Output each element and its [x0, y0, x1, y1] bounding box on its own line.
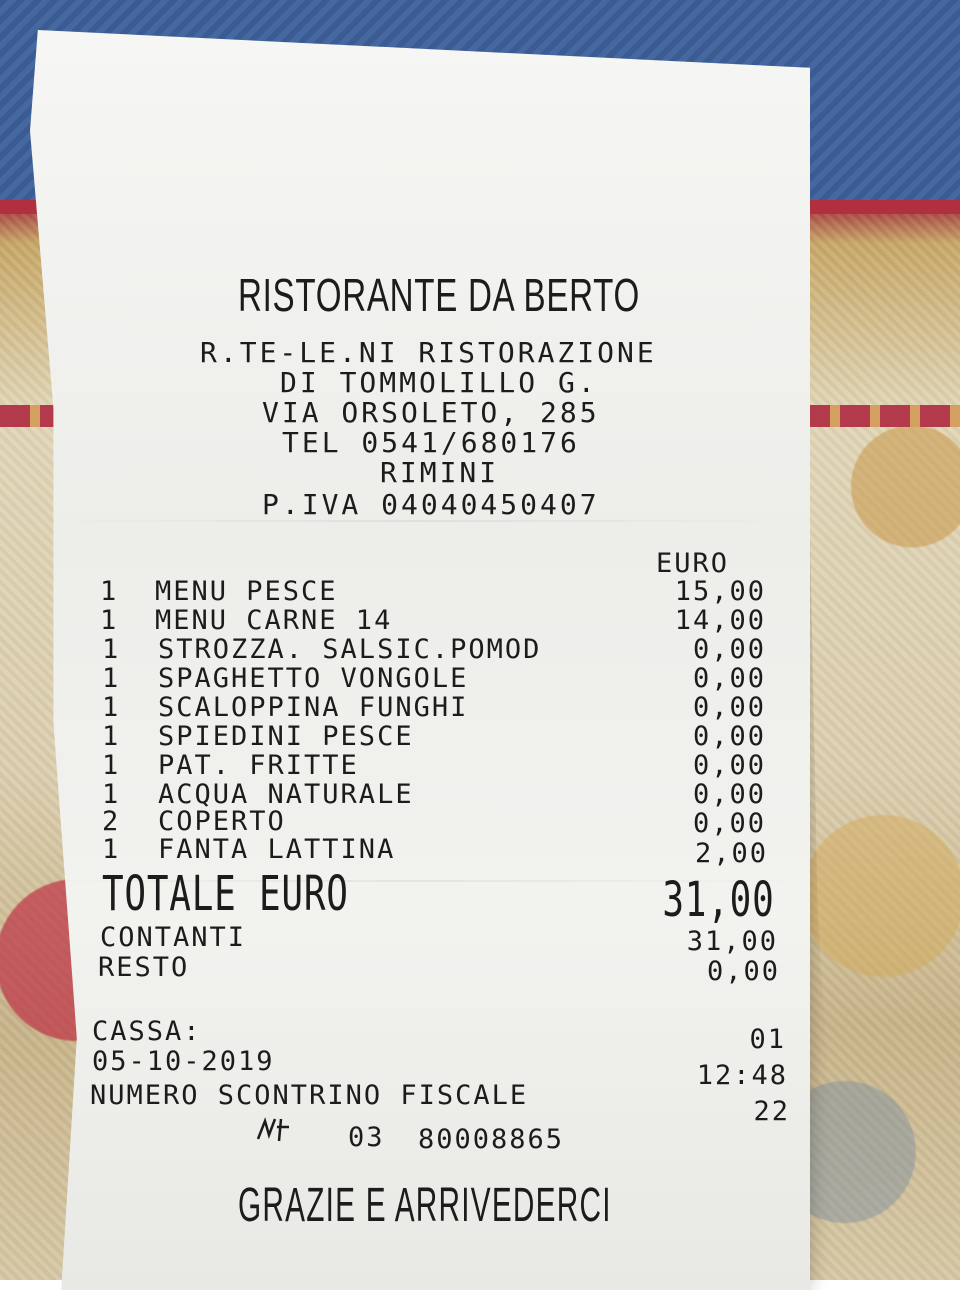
item-qty: 1 — [102, 692, 121, 723]
item-price: 0,00 — [692, 750, 766, 781]
item-price: 14,00 — [674, 605, 766, 636]
header-line: RIMINI — [380, 456, 500, 489]
change-label: RESTO — [98, 952, 190, 983]
register-label: CASSA: — [92, 1016, 202, 1047]
serial-number: 80008865 — [418, 1124, 565, 1155]
item-name: STROZZA. SALSIC.POMOD — [158, 634, 542, 665]
currency-label: EURO — [656, 548, 730, 579]
cash-label: CONTANTI — [100, 922, 247, 953]
item-name: FANTA LATTINA — [158, 834, 396, 865]
total-value: 31,00 — [661, 872, 774, 928]
item-name: SCALOPPINA FUNGHI — [158, 692, 469, 723]
item-name: MENU CARNE 14 — [155, 605, 393, 636]
header-line: VIA ORSOLETO, 285 — [262, 396, 600, 429]
item-qty: 1 — [102, 663, 121, 694]
item-qty: 1 — [100, 576, 119, 607]
total-label: TOTALE EURO — [102, 866, 349, 922]
item-name: MENU PESCE — [155, 576, 338, 607]
register-value: 01 — [749, 1024, 786, 1055]
item-price: 0,00 — [692, 634, 766, 665]
item-name: COPERTO — [158, 806, 286, 837]
item-price: 0,00 — [692, 692, 766, 723]
header-line: R.TE-LE.NI RISTORAZIONE — [200, 336, 657, 369]
item-price: 0,00 — [692, 721, 766, 752]
change-value: 0,00 — [706, 956, 780, 987]
receipt-date: 05-10-2019 — [92, 1046, 275, 1077]
thank-you-message: GRAZIE E ARRIVEDERCI — [238, 1179, 612, 1232]
header-line: DI TOMMOLILLO G. — [280, 366, 598, 399]
serial-prefix: 03 — [348, 1122, 385, 1153]
fiscal-value: 22 — [753, 1096, 790, 1127]
cash-value: 31,00 — [686, 926, 778, 957]
restaurant-name: RISTORANTE DA BERTO — [238, 269, 641, 321]
item-price: 0,00 — [692, 663, 766, 694]
item-price: 15,00 — [674, 576, 766, 607]
item-price: 0,00 — [692, 808, 766, 839]
item-price: 2,00 — [694, 838, 768, 869]
item-name: SPIEDINI PESCE — [158, 721, 414, 752]
item-qty: 1 — [102, 721, 121, 752]
item-qty: 1 — [102, 634, 121, 665]
header-line: TEL 0541/680176 — [282, 426, 580, 459]
item-qty: 1 — [102, 750, 121, 781]
fiscal-label: NUMERO SCONTRINO FISCALE — [90, 1080, 529, 1111]
item-name: PAT. FRITTE — [158, 750, 359, 781]
item-price: 0,00 — [692, 779, 766, 810]
item-name: SPAGHETTO VONGOLE — [158, 663, 469, 694]
item-qty: 1 — [100, 605, 119, 636]
fiscal-logo-icon — [256, 1117, 289, 1142]
receipt-time: 12:48 — [696, 1060, 788, 1091]
item-qty: 1 — [102, 834, 121, 865]
item-qty: 2 — [102, 806, 121, 837]
vat-number: P.IVA 04040450407 — [262, 488, 600, 521]
